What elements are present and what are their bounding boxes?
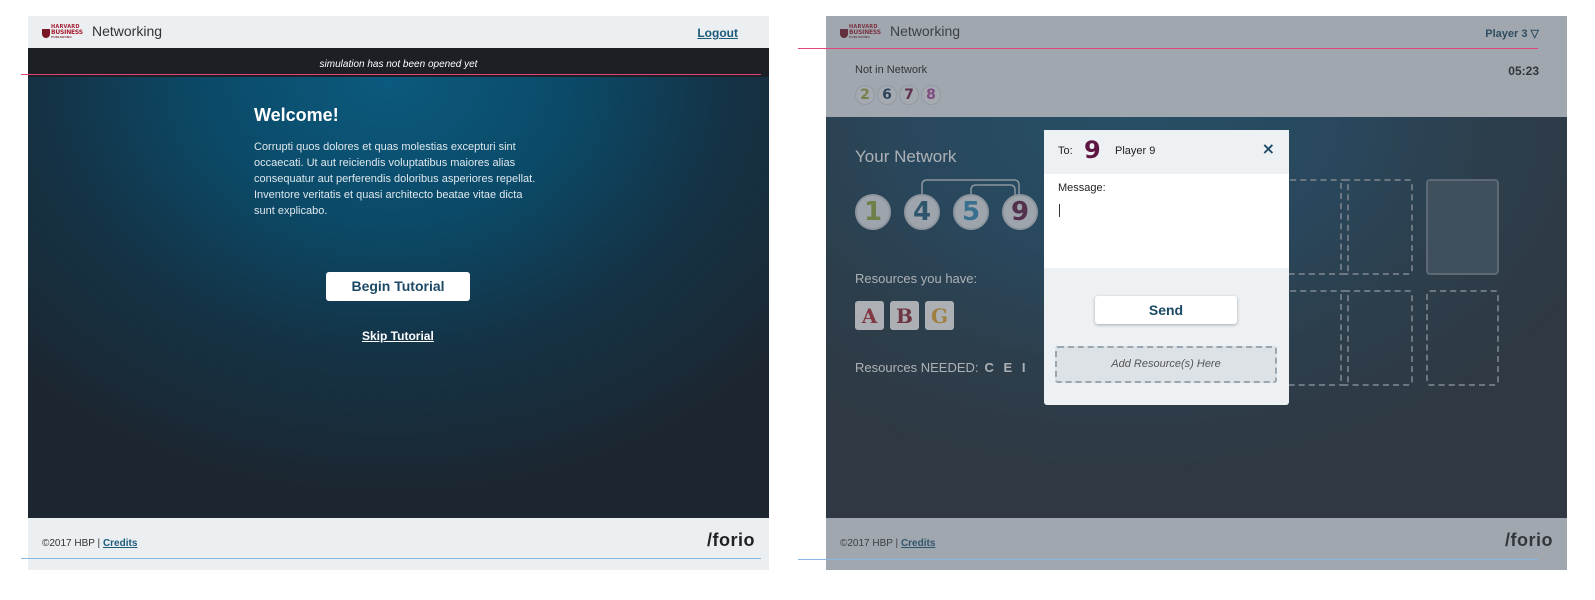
to-label: To: (1058, 145, 1073, 157)
credits-link[interactable]: Credits (901, 538, 935, 549)
add-resource-dropzone[interactable]: Add Resource(s) Here (1055, 346, 1277, 383)
copyright-text: ©2017 HBP | (840, 538, 899, 549)
send-button[interactable]: Send (1095, 296, 1237, 324)
network-member-circle[interactable]: 4 (904, 194, 940, 230)
credits-link[interactable]: Credits (103, 538, 137, 549)
player-token[interactable]: 2 (855, 85, 875, 105)
close-icon[interactable]: × (1262, 139, 1275, 158)
resource-slot[interactable] (1426, 179, 1499, 275)
not-in-network-panel: Not in Network 05:23 2678 (826, 48, 1567, 117)
begin-tutorial-button[interactable]: Begin Tutorial (326, 272, 470, 301)
app-title: Networking (92, 23, 163, 39)
app-header: HARVARD BUSINESS PUBLISHING Networking P… (826, 16, 1567, 48)
resource-tile[interactable]: A (855, 301, 884, 330)
resources-needed-label: Resources NEEDED: (855, 360, 979, 375)
guide-line (798, 559, 1538, 560)
network-member-circle[interactable]: 1 (855, 194, 891, 230)
resource-slot[interactable] (1426, 290, 1499, 386)
app-footer: ©2017 HBP | Credits /forio (826, 518, 1567, 570)
resource-tile[interactable]: G (925, 301, 954, 330)
network-member-circle[interactable]: 9 (1002, 194, 1038, 230)
not-in-network-players: 2678 (855, 84, 943, 105)
modal-header: To: 9 Player 9 × (1044, 130, 1289, 174)
welcome-screen: HARVARD BUSINESS PUBLISHING Networking L… (28, 16, 769, 570)
timer: 05:23 (1508, 64, 1539, 78)
resource-slot[interactable] (1340, 179, 1413, 275)
guide-line (21, 558, 761, 559)
shield-icon (42, 29, 50, 38)
resources-needed-letters: C E I (984, 360, 1029, 375)
text-caret (1059, 204, 1060, 217)
player-token[interactable]: 7 (899, 85, 919, 105)
welcome-main: Welcome! Corrupti quos dolores et quas m… (28, 77, 769, 518)
guide-line (21, 74, 761, 75)
player-token[interactable]: 6 (877, 85, 897, 105)
app-footer: ©2017 HBP | Credits /forio (28, 518, 769, 570)
resources-needed: Resources NEEDED: C E I (855, 360, 1028, 375)
not-in-network-label: Not in Network (855, 64, 928, 76)
recipient-name: Player 9 (1115, 145, 1156, 157)
app-header: HARVARD BUSINESS PUBLISHING Networking L… (28, 16, 769, 48)
resource-slot[interactable] (1340, 290, 1413, 386)
message-input[interactable]: Message: (1044, 174, 1289, 268)
forio-logo: /forio (1505, 530, 1553, 550)
message-label: Message: (1058, 182, 1106, 194)
shield-icon (840, 29, 848, 38)
forio-logo: /forio (707, 530, 755, 550)
copyright: ©2017 HBP | Credits (840, 538, 935, 549)
app-title: Networking (890, 23, 961, 39)
player-menu[interactable]: Player 3 ▽ (1485, 27, 1539, 40)
intro-text: Corrupti quos dolores et quas molestias … (254, 141, 536, 217)
copyright-text: ©2017 HBP | (42, 538, 101, 549)
logo-line: PUBLISHING (51, 35, 72, 39)
resources-have-label: Resources you have: (855, 271, 978, 286)
player-token[interactable]: 8 (921, 85, 941, 105)
network-member-circle[interactable]: 5 (953, 194, 989, 230)
status-banner: simulation has not been opened yet (28, 48, 769, 77)
logout-link[interactable]: Logout (697, 26, 738, 40)
page-title: Welcome! (254, 105, 339, 125)
copyright: ©2017 HBP | Credits (42, 538, 137, 549)
skip-tutorial-link[interactable]: Skip Tutorial (362, 329, 434, 343)
resource-tile[interactable]: B (890, 301, 919, 330)
message-modal: To: 9 Player 9 × Message: Send Add Resou… (1044, 130, 1289, 405)
guide-line (798, 48, 1538, 49)
logo-line: PUBLISHING (849, 35, 870, 39)
hbp-logo: HARVARD BUSINESS PUBLISHING (840, 25, 882, 41)
hbp-logo: HARVARD BUSINESS PUBLISHING (42, 25, 84, 41)
recipient-number: 9 (1084, 136, 1101, 164)
